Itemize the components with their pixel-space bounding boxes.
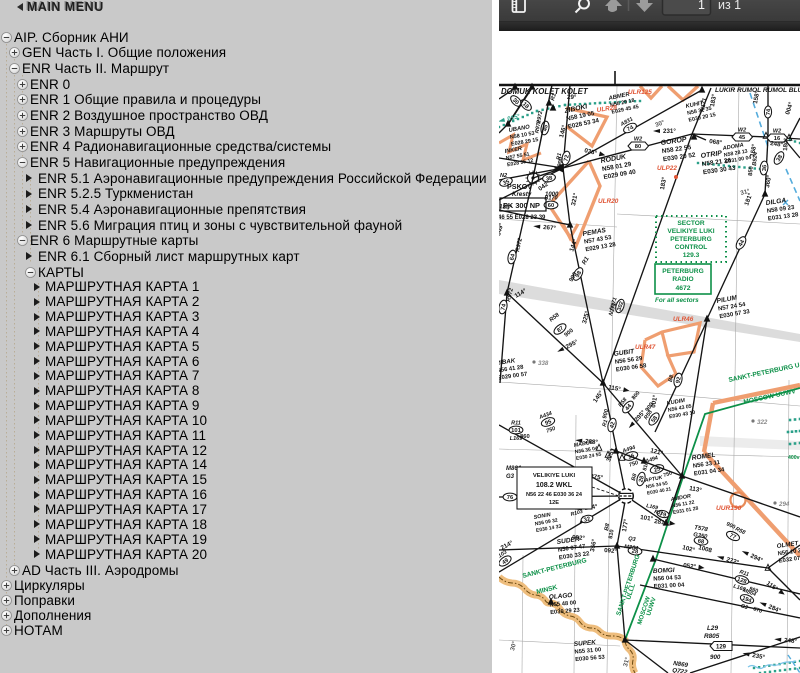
svg-text:ULR20: ULR20	[598, 198, 619, 205]
svg-text:PSKOV: PSKOV	[507, 182, 532, 191]
svg-text:LUKIR RUMOL RUMOL BLUFA: LUKIR RUMOL RUMOL BLUFA	[715, 87, 800, 94]
svg-text:267°: 267°	[543, 224, 557, 232]
svg-text:ULP22: ULP22	[657, 165, 677, 172]
svg-text:RADIO: RADIO	[672, 276, 693, 283]
svg-text:Kresty: Kresty	[512, 191, 532, 198]
svg-text:092°: 092°	[604, 547, 618, 555]
svg-text:248°: 248°	[784, 637, 798, 645]
svg-text:80: 80	[635, 144, 641, 150]
svg-text:74: 74	[766, 108, 772, 115]
svg-text:850: 850	[748, 166, 755, 176]
svg-text:PETERBURG: PETERBURG	[662, 268, 703, 275]
svg-text:60: 60	[548, 203, 554, 209]
svg-text:ULR46: ULR46	[673, 316, 694, 323]
svg-text:ULR47: ULR47	[635, 344, 656, 351]
svg-text:129.3: 129.3	[683, 252, 700, 259]
svg-text:CONTROL: CONTROL	[675, 244, 708, 251]
svg-text:860: 860	[520, 434, 530, 440]
svg-text:45: 45	[739, 135, 746, 141]
svg-text:108.2 WKL: 108.2 WKL	[536, 480, 573, 489]
svg-text:900: 900	[710, 654, 721, 661]
svg-text:PETERBURG: PETERBURG	[670, 236, 711, 243]
svg-text:N56 22 46 E030 36 24: N56 22 46 E030 36 24	[526, 492, 583, 498]
svg-text:76: 76	[507, 495, 514, 501]
svg-text:4672: 4672	[675, 285, 690, 292]
svg-text:SECTOR: SECTOR	[677, 220, 705, 227]
svg-text:UUR190: UUR190	[716, 505, 742, 512]
svg-text:For all sectors: For all sectors	[655, 297, 699, 304]
svg-text:1: 1	[698, 0, 705, 12]
svg-text:129: 129	[716, 644, 727, 650]
svg-text:G3: G3	[506, 474, 515, 480]
svg-text:46 55 E028 23 39: 46 55 E028 23 39	[499, 215, 546, 221]
svg-text:BOMGI: BOMGI	[653, 567, 675, 575]
svg-text:R805: R805	[704, 633, 720, 640]
svg-text:180°: 180°	[782, 137, 790, 151]
svg-text:400v: 400v	[788, 455, 800, 461]
svg-text:R11: R11	[511, 420, 521, 426]
svg-text:VELIKIYE LUKI: VELIKIYE LUKI	[533, 473, 576, 479]
svg-text:Q722: Q722	[672, 667, 689, 673]
svg-text:PK 300 NP: PK 300 NP	[503, 201, 540, 210]
svg-text:338: 338	[538, 360, 549, 367]
svg-text:ULR125: ULR125	[628, 89, 652, 96]
svg-text:VELIKIYE LUKI: VELIKIYE LUKI	[667, 228, 714, 235]
svg-text:231°: 231°	[663, 128, 676, 135]
svg-text:322: 322	[757, 419, 768, 426]
svg-text:1000: 1000	[545, 192, 559, 198]
svg-text:294: 294	[778, 501, 790, 508]
svg-text:из 1: из 1	[718, 0, 741, 12]
svg-text:12E: 12E	[549, 500, 559, 506]
svg-text:DOMUK KOLET KOLET: DOMUK KOLET KOLET	[501, 87, 589, 96]
svg-text:L29: L29	[707, 625, 718, 632]
